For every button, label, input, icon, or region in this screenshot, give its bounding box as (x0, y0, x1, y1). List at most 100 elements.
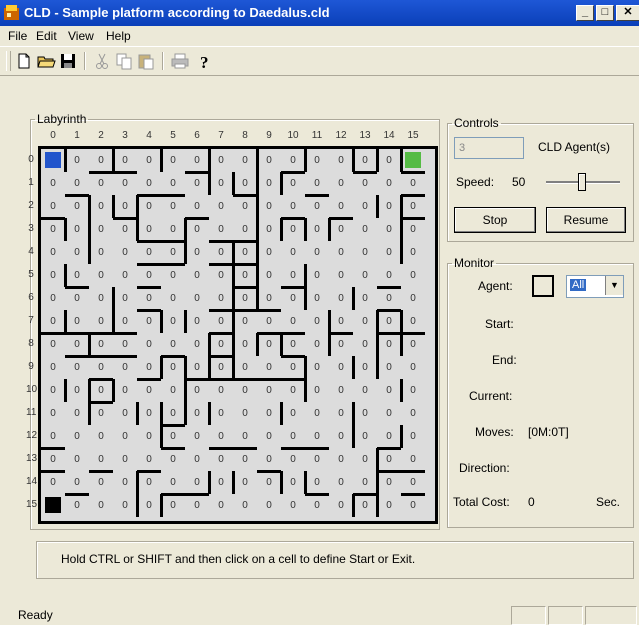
maze-cell[interactable]: 0 (305, 448, 329, 471)
maze-cell[interactable]: 0 (65, 402, 89, 425)
maze-cell[interactable]: 0 (329, 287, 353, 310)
maze-cell[interactable]: 0 (233, 333, 257, 356)
maze-cell[interactable]: 0 (185, 494, 209, 517)
maze-cell[interactable]: 0 (113, 379, 137, 402)
maze-cell[interactable]: 0 (305, 494, 329, 517)
maze-cell[interactable]: 0 (281, 241, 305, 264)
maze-cell[interactable]: 0 (209, 333, 233, 356)
maze-cell[interactable]: 0 (401, 448, 425, 471)
maze-cell[interactable]: 0 (89, 264, 113, 287)
menu-file[interactable]: File (8, 29, 27, 43)
minimize-button[interactable]: _ (576, 5, 594, 21)
maze-cell[interactable]: 0 (257, 264, 281, 287)
maze-cell[interactable]: 0 (281, 195, 305, 218)
maze-cell[interactable]: 0 (137, 494, 161, 517)
maze-cell[interactable]: 0 (137, 172, 161, 195)
maze-cell[interactable]: 0 (233, 172, 257, 195)
maze-cell[interactable]: 0 (161, 195, 185, 218)
maze-cell[interactable]: 0 (305, 310, 329, 333)
maze-cell[interactable]: 0 (353, 402, 377, 425)
maze-cell[interactable]: 0 (377, 379, 401, 402)
maze-cell[interactable]: 0 (329, 356, 353, 379)
maze-cell[interactable]: 0 (41, 195, 65, 218)
maze-cell[interactable]: 0 (209, 448, 233, 471)
maze-cell[interactable]: 0 (185, 356, 209, 379)
maze-cell[interactable]: 0 (209, 310, 233, 333)
maze-cell[interactable]: 0 (113, 195, 137, 218)
maze-cell[interactable]: 0 (65, 425, 89, 448)
maze-cell[interactable]: 0 (113, 287, 137, 310)
maze-cell[interactable]: 0 (353, 287, 377, 310)
maze-cell[interactable]: 0 (65, 195, 89, 218)
maze-cell[interactable]: 0 (41, 172, 65, 195)
maze-cell[interactable]: 0 (41, 310, 65, 333)
maze-cell[interactable]: 0 (161, 172, 185, 195)
maze-cell[interactable]: 0 (353, 333, 377, 356)
maze-cell[interactable]: 0 (65, 241, 89, 264)
blocked-cell[interactable] (45, 497, 61, 513)
maze-cell[interactable]: 0 (113, 402, 137, 425)
maze-cell[interactable]: 0 (41, 241, 65, 264)
maze-cell[interactable]: 0 (353, 310, 377, 333)
maze-cell[interactable]: 0 (305, 402, 329, 425)
maze-cell[interactable]: 0 (329, 379, 353, 402)
menu-view[interactable]: View (68, 29, 94, 43)
maze-cell[interactable]: 0 (161, 241, 185, 264)
maze-cell[interactable]: 0 (233, 379, 257, 402)
maze-cell[interactable]: 0 (209, 218, 233, 241)
maze-cell[interactable]: 0 (185, 425, 209, 448)
maze-cell[interactable]: 0 (305, 149, 329, 172)
maze-cell[interactable]: 0 (257, 402, 281, 425)
maze-cell[interactable]: 0 (41, 379, 65, 402)
maze-cell[interactable]: 0 (185, 218, 209, 241)
maze-cell[interactable]: 0 (329, 195, 353, 218)
maze-cell[interactable]: 0 (257, 172, 281, 195)
menu-help[interactable]: Help (106, 29, 131, 43)
maze-cell[interactable]: 0 (185, 471, 209, 494)
maze-cell[interactable]: 0 (233, 218, 257, 241)
maze-cell[interactable]: 0 (233, 425, 257, 448)
maze-cell[interactable]: 0 (137, 264, 161, 287)
maze-cell[interactable]: 0 (161, 402, 185, 425)
maze-cell[interactable]: 0 (377, 356, 401, 379)
maze-cell[interactable]: 0 (257, 356, 281, 379)
maze-cell[interactable]: 0 (185, 287, 209, 310)
maze-cell[interactable]: 0 (281, 264, 305, 287)
maze-cell[interactable]: 0 (257, 310, 281, 333)
maze-cell[interactable]: 0 (305, 195, 329, 218)
maze-cell[interactable]: 0 (65, 448, 89, 471)
maze-cell[interactable]: 0 (65, 172, 89, 195)
maze-grid[interactable]: 0000000000000000000000000000000000000000… (38, 146, 438, 524)
maze-cell[interactable]: 0 (257, 218, 281, 241)
maze-cell[interactable]: 0 (233, 149, 257, 172)
maze-cell[interactable]: 0 (137, 310, 161, 333)
maze-cell[interactable]: 0 (353, 264, 377, 287)
maze-cell[interactable]: 0 (281, 356, 305, 379)
maze-cell[interactable]: 0 (281, 310, 305, 333)
maze-cell[interactable]: 0 (305, 356, 329, 379)
maze-cell[interactable]: 0 (137, 379, 161, 402)
maze-cell[interactable]: 0 (137, 402, 161, 425)
maze-cell[interactable]: 0 (89, 333, 113, 356)
maze-cell[interactable]: 0 (305, 287, 329, 310)
help-icon[interactable]: ? (194, 51, 214, 71)
maze-cell[interactable]: 0 (137, 448, 161, 471)
maze-cell[interactable]: 0 (329, 425, 353, 448)
maze-cell[interactable]: 0 (209, 425, 233, 448)
maze-cell[interactable]: 0 (401, 264, 425, 287)
maze-cell[interactable]: 0 (185, 264, 209, 287)
menu-edit[interactable]: Edit (36, 29, 57, 43)
maze-cell[interactable]: 0 (113, 149, 137, 172)
maze-cell[interactable]: 0 (113, 172, 137, 195)
resume-button[interactable]: Resume (546, 207, 626, 233)
maze-cell[interactable]: 0 (161, 333, 185, 356)
maze-cell[interactable]: 0 (161, 494, 185, 517)
maze-cell[interactable]: 0 (161, 356, 185, 379)
maze-cell[interactable]: 0 (353, 425, 377, 448)
maze-cell[interactable]: 0 (281, 448, 305, 471)
maze-cell[interactable]: 0 (137, 356, 161, 379)
maze-cell[interactable]: 0 (233, 494, 257, 517)
maze-cell[interactable]: 0 (233, 195, 257, 218)
maze-cell[interactable]: 0 (185, 310, 209, 333)
maze-cell[interactable]: 0 (401, 471, 425, 494)
